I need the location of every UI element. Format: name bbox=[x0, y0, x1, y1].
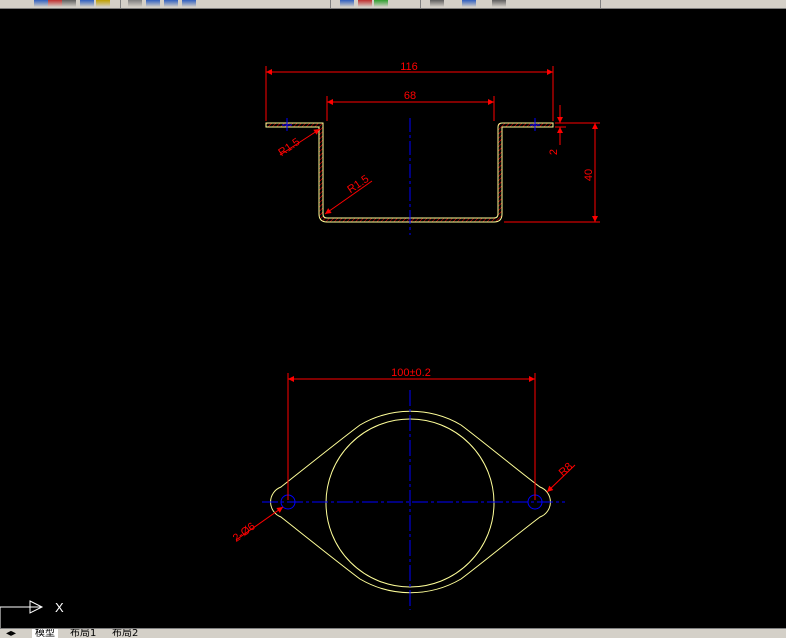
dimension-100 bbox=[287, 373, 536, 500]
dimension-2 bbox=[555, 105, 566, 145]
tool-palette-icon[interactable] bbox=[374, 0, 388, 7]
standard-toolbar bbox=[0, 0, 786, 9]
ucs-x-label: X bbox=[55, 600, 64, 615]
dimension-style-icon[interactable] bbox=[492, 0, 506, 7]
toolbar-separator bbox=[420, 0, 421, 8]
save-icon[interactable] bbox=[80, 0, 94, 7]
undo-icon[interactable] bbox=[34, 0, 48, 7]
dim-text-r8: R8 bbox=[557, 461, 575, 479]
zoom-window-icon[interactable] bbox=[164, 0, 178, 7]
dim-text-2: 2 bbox=[548, 149, 560, 155]
toolbar-separator bbox=[120, 0, 121, 8]
zoom-icon[interactable] bbox=[146, 0, 160, 7]
toolbar-separator bbox=[330, 0, 331, 8]
properties-icon[interactable] bbox=[340, 0, 354, 7]
dim-text-40: 40 bbox=[583, 169, 595, 181]
design-center-icon[interactable] bbox=[358, 0, 372, 7]
dim-text-radius-outer: R1.5 bbox=[276, 136, 302, 159]
pan-icon[interactable] bbox=[128, 0, 142, 7]
print-icon[interactable] bbox=[62, 0, 76, 7]
toolbar-separator bbox=[600, 0, 601, 8]
ucs-icon bbox=[0, 600, 44, 628]
redo-icon[interactable] bbox=[48, 0, 62, 7]
dim-text-100: 100±0.2 bbox=[391, 367, 431, 379]
text-style-icon[interactable] bbox=[462, 0, 476, 7]
layer-icon[interactable] bbox=[430, 0, 444, 7]
dim-text-68: 68 bbox=[404, 90, 416, 102]
section-view: 116 68 2 40 R1.5 R1.5 bbox=[265, 61, 600, 235]
drawing-canvas[interactable]: 116 68 2 40 R1.5 R1.5 100±0.2 2-Ø6 R8 X bbox=[0, 9, 786, 628]
match-properties-icon[interactable] bbox=[96, 0, 110, 7]
plan-view: 100±0.2 2-Ø6 R8 bbox=[231, 367, 576, 610]
dim-text-radius-inner: R1.5 bbox=[345, 173, 371, 196]
dim-text-116: 116 bbox=[400, 61, 418, 73]
dim-text-holes: 2-Ø6 bbox=[231, 521, 258, 545]
zoom-previous-icon[interactable] bbox=[182, 0, 196, 7]
